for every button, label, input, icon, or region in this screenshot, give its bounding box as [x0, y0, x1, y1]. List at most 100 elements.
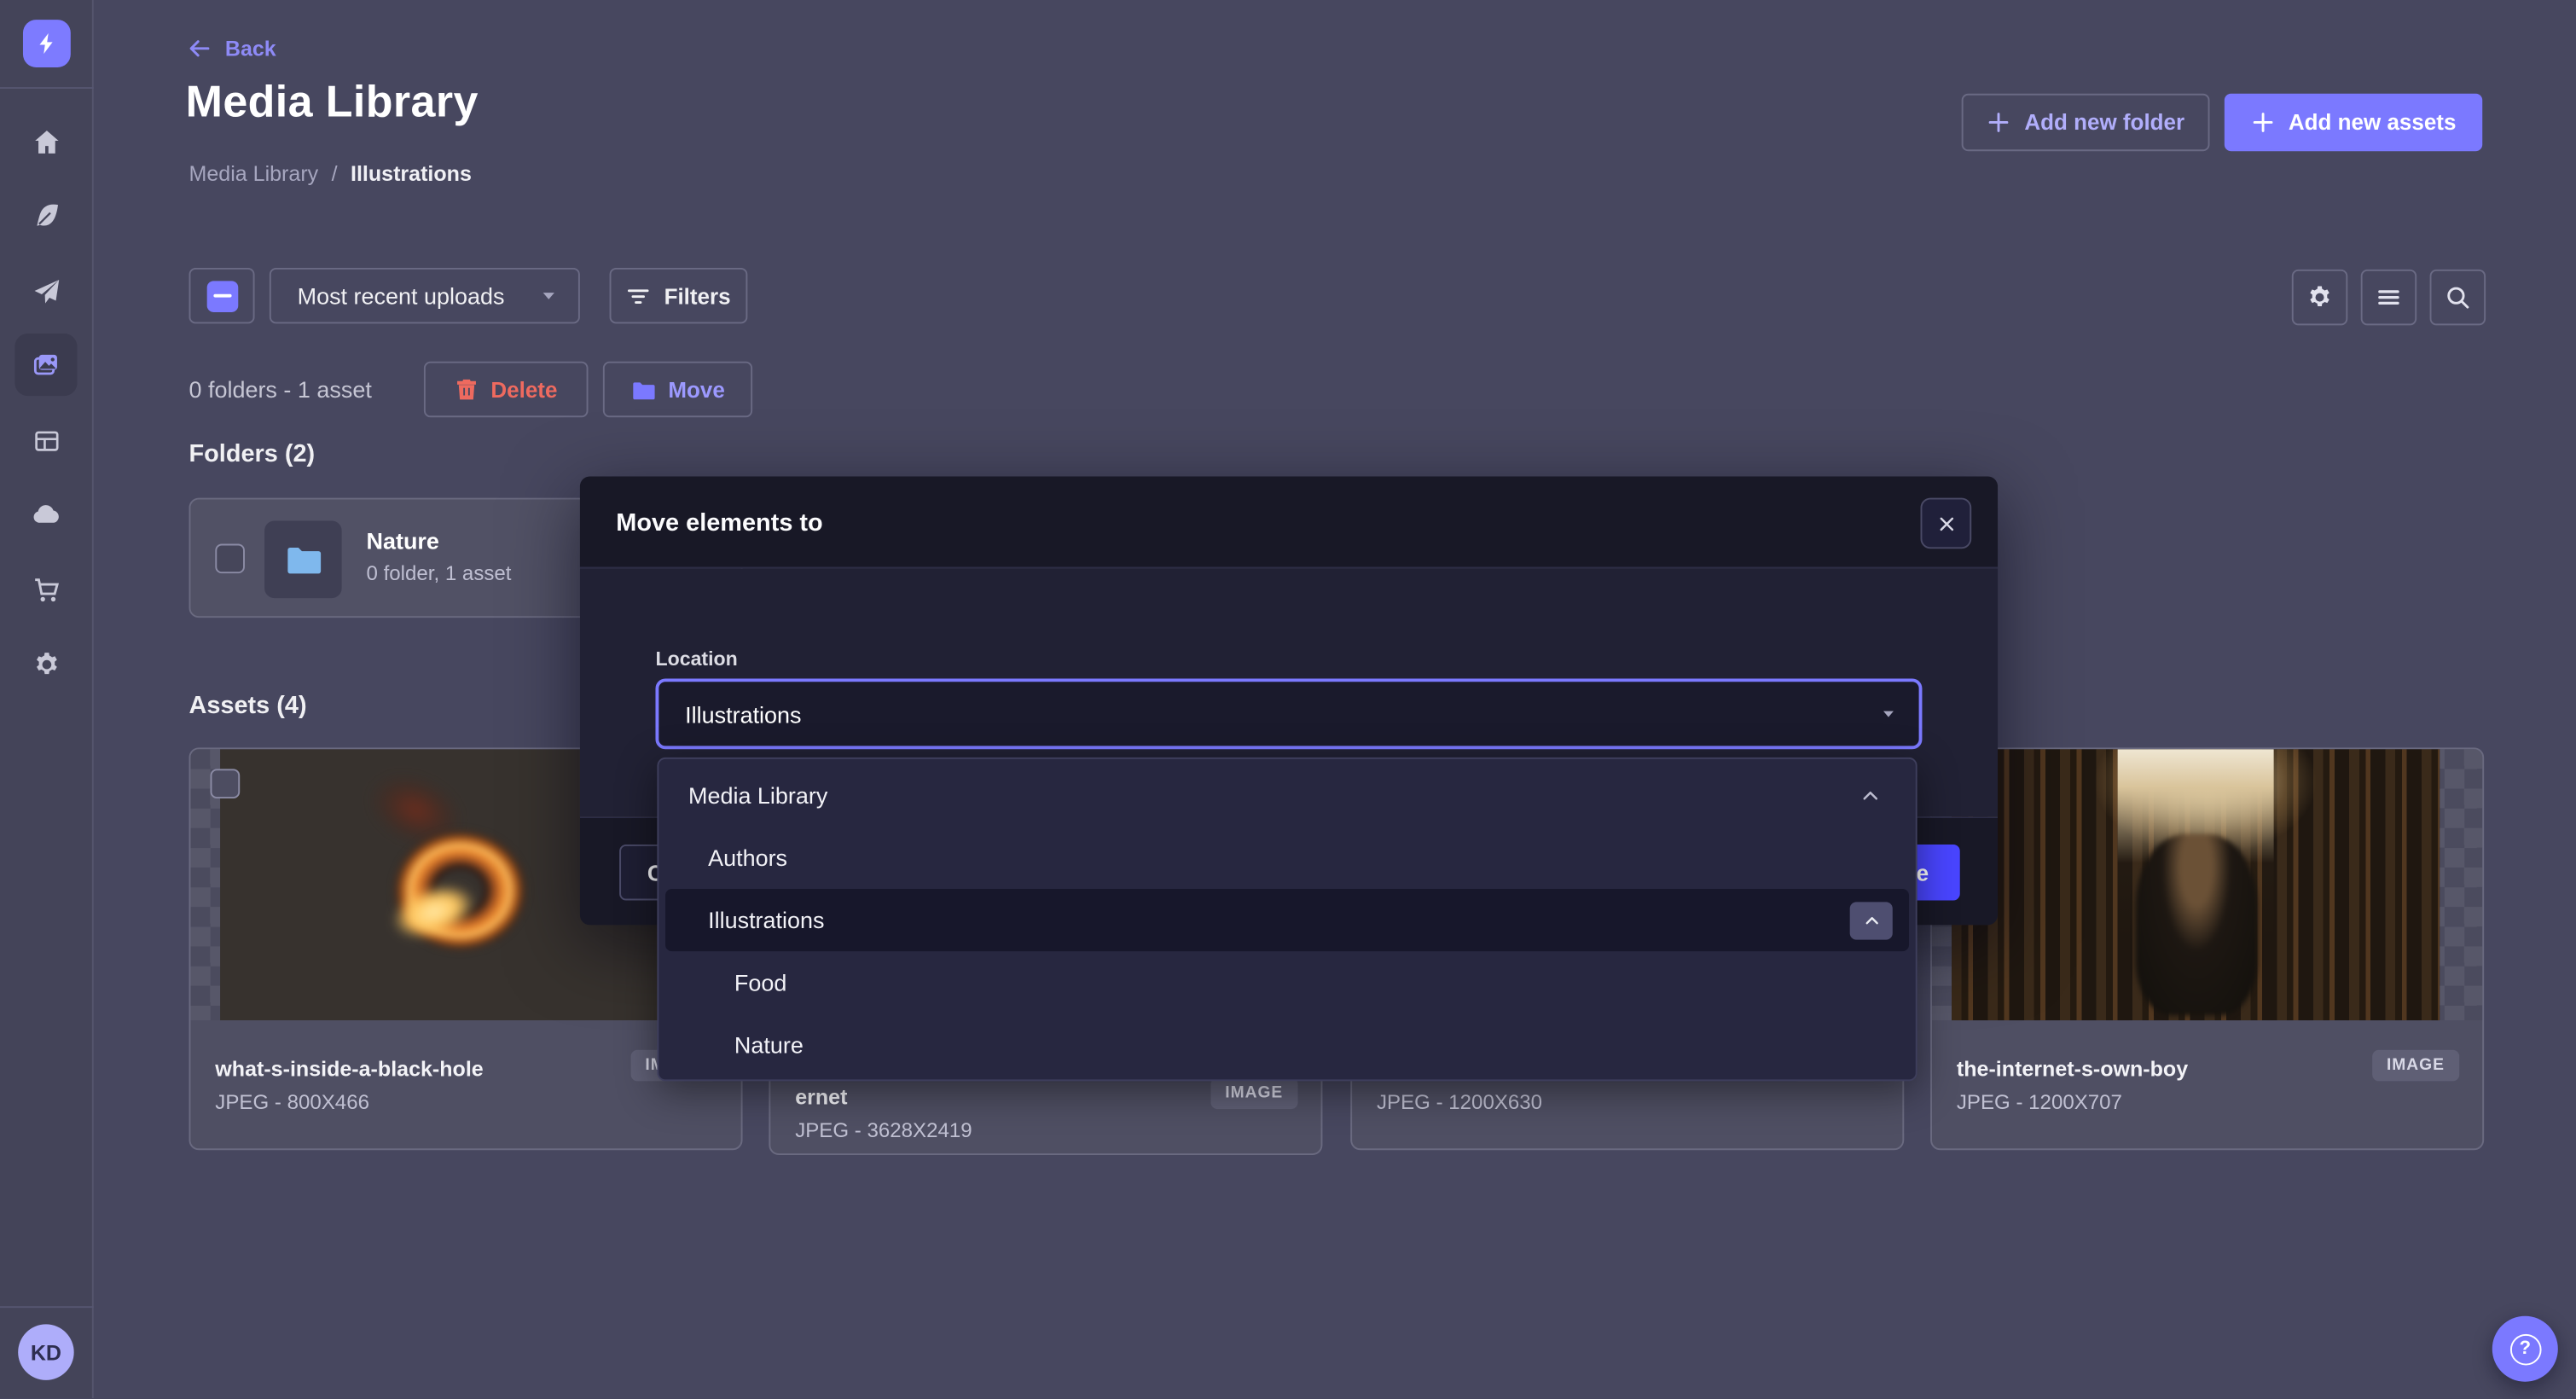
- filter-icon: [626, 283, 651, 308]
- location-label: Location: [655, 647, 737, 670]
- asset-type-badge: IMAGE: [1210, 1077, 1298, 1109]
- gear-icon: [32, 650, 61, 678]
- selection-summary: 0 folders - 1 asset: [189, 362, 371, 417]
- user-avatar[interactable]: KD: [18, 1324, 73, 1379]
- delete-label: Delete: [490, 377, 557, 402]
- select-all-checkbox[interactable]: [189, 268, 254, 323]
- tree-option-label: Nature: [734, 1032, 804, 1059]
- caret-down-icon: [541, 287, 557, 304]
- sidebar-item-content-type-builder[interactable]: [15, 409, 77, 472]
- asset-footer: the-internet-s-own-boy JPEG - 1200X707 I…: [1932, 1020, 2482, 1148]
- arrow-left-icon: [188, 36, 212, 61]
- back-link[interactable]: Back: [188, 36, 276, 61]
- sidebar-item-deploy[interactable]: [15, 483, 77, 545]
- sidebar-item-settings[interactable]: [15, 633, 77, 695]
- search-button[interactable]: [2430, 270, 2486, 325]
- assets-heading: Assets (4): [189, 692, 306, 720]
- chevron-up-icon: [1862, 911, 1880, 929]
- breadcrumb: Media Library / Illustrations: [189, 161, 471, 186]
- help-button[interactable]: [2492, 1316, 2558, 1382]
- asset-preview: [1932, 749, 2482, 1020]
- folder-tile: [264, 521, 342, 599]
- trash-icon: [455, 378, 478, 401]
- caret-down-icon: [1881, 706, 1895, 721]
- asset-meta: JPEG - 1200X630: [1377, 1091, 1877, 1114]
- filters-label: Filters: [664, 283, 731, 308]
- settings-button[interactable]: [2292, 270, 2347, 325]
- sidebar-divider: [0, 87, 94, 89]
- asset-meta: JPEG - 3628X2419: [795, 1119, 1296, 1142]
- add-new-folder-button[interactable]: Add new folder: [1962, 94, 2210, 151]
- location-value: Illustrations: [685, 700, 801, 727]
- tree-option-nature[interactable]: Nature: [659, 1013, 1915, 1076]
- search-icon: [2445, 284, 2471, 311]
- asset-meta: JPEG - 800X466: [215, 1091, 716, 1114]
- modal-title: Move elements to: [616, 509, 822, 537]
- strapi-bolt-icon: [34, 32, 59, 56]
- folders-heading: Folders (2): [189, 440, 315, 468]
- breadcrumb-separator: /: [332, 161, 338, 186]
- add-new-assets-button[interactable]: Add new assets: [2225, 94, 2482, 151]
- move-label: Move: [668, 377, 724, 402]
- sidebar-item-marketplace[interactable]: [15, 559, 77, 621]
- home-icon: [32, 127, 61, 155]
- collapse-children-button[interactable]: [1850, 901, 1893, 938]
- sidebar-item-media-library[interactable]: [15, 334, 77, 396]
- sidebar-item-home[interactable]: [15, 110, 77, 172]
- layout-icon: [32, 427, 61, 455]
- back-label: Back: [225, 36, 276, 61]
- location-combobox[interactable]: Illustrations: [655, 678, 1922, 749]
- add-new-folder-label: Add new folder: [2024, 110, 2184, 135]
- page-title: Media Library: [186, 78, 479, 129]
- chevron-up-icon[interactable]: [1859, 785, 1881, 806]
- feather-icon: [32, 201, 61, 229]
- close-button[interactable]: [1921, 498, 1972, 549]
- asset-meta: JPEG - 1200X707: [1957, 1091, 2457, 1114]
- tree-option-authors[interactable]: Authors: [659, 827, 1915, 889]
- tree-option-label: Illustrations: [708, 907, 824, 933]
- tree-option-illustrations[interactable]: Illustrations: [665, 889, 1909, 951]
- tree-option-label: Authors: [708, 845, 787, 871]
- avatar-initials: KD: [31, 1340, 61, 1365]
- folder-icon: [284, 541, 322, 578]
- sidebar: KD: [0, 0, 94, 1398]
- location-dropdown: Media Library Authors Illustrations Food…: [657, 758, 1917, 1081]
- gear-icon: [2306, 284, 2333, 311]
- checkbox-indeterminate-icon: [206, 280, 238, 311]
- folder-icon: [630, 377, 655, 402]
- tree-option-label: Food: [734, 969, 786, 996]
- tree-option-food[interactable]: Food: [659, 951, 1915, 1013]
- paper-plane-icon: [32, 277, 61, 305]
- folder-meta: 0 folder, 1 asset: [367, 562, 512, 585]
- cart-icon: [32, 576, 61, 604]
- filters-button[interactable]: Filters: [610, 268, 748, 323]
- move-button[interactable]: Move: [603, 362, 752, 417]
- list-view-button[interactable]: [2361, 270, 2416, 325]
- media-library-app: KD Back Media Library Media Library / Il…: [0, 0, 2576, 1398]
- breadcrumb-root[interactable]: Media Library: [189, 161, 318, 186]
- plus-icon: [2251, 110, 2276, 135]
- tree-option-media-library[interactable]: Media Library: [659, 764, 1915, 827]
- folder-checkbox[interactable]: [215, 544, 245, 574]
- delete-button[interactable]: Delete: [424, 362, 589, 417]
- close-icon: [1936, 514, 1956, 533]
- sidebar-item-releases[interactable]: [15, 259, 77, 322]
- library-portrait-image: [1952, 749, 2440, 1020]
- media-library-icon: [32, 350, 61, 380]
- modal-header: Move elements to: [580, 477, 1998, 569]
- asset-type-badge: IMAGE: [2372, 1050, 2460, 1082]
- sidebar-item-content[interactable]: [15, 184, 77, 247]
- tree-option-label: Media Library: [688, 782, 827, 809]
- sidebar-divider: [0, 1306, 94, 1308]
- sort-select-value: Most recent uploads: [298, 282, 505, 309]
- question-mark-icon: [2509, 1333, 2541, 1365]
- strapi-logo[interactable]: [23, 20, 71, 67]
- plus-icon: [1987, 110, 2011, 135]
- cloud-icon: [32, 500, 61, 530]
- sort-select[interactable]: Most recent uploads: [270, 268, 580, 323]
- folder-name: Nature: [367, 527, 439, 554]
- add-new-assets-label: Add new assets: [2289, 110, 2457, 135]
- breadcrumb-current: Illustrations: [351, 161, 472, 186]
- asset-checkbox[interactable]: [211, 769, 241, 798]
- asset-card-internets-own-boy[interactable]: the-internet-s-own-boy JPEG - 1200X707 I…: [1930, 747, 2484, 1150]
